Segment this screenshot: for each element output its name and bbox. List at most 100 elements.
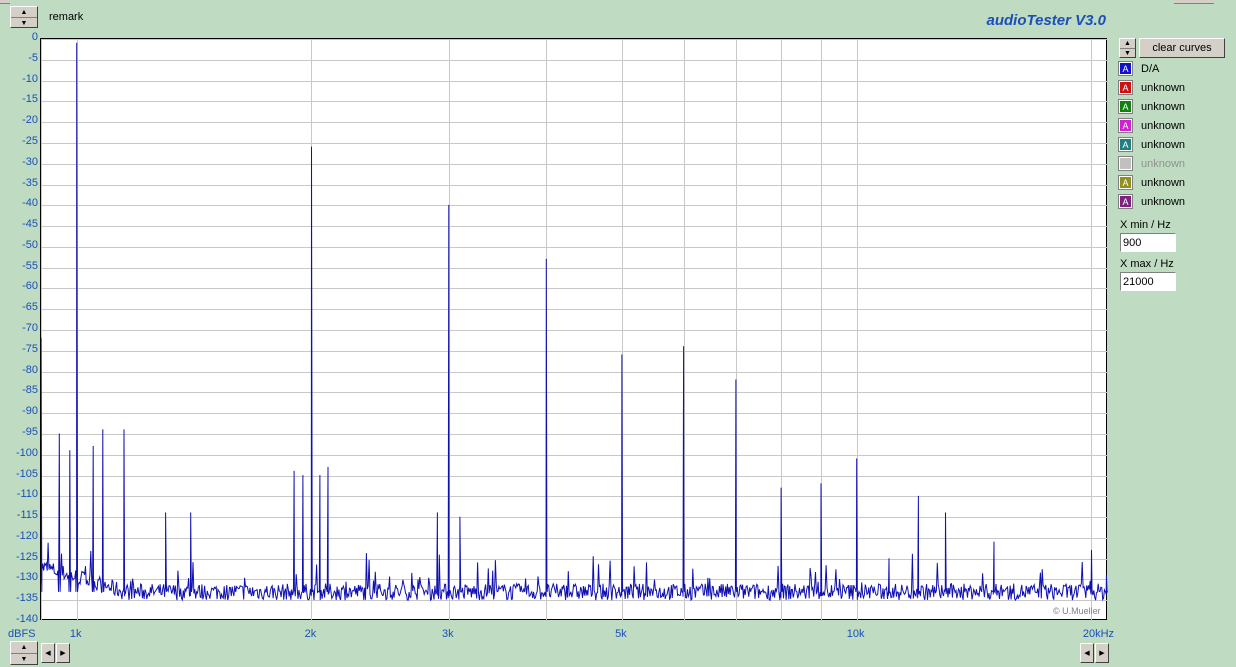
spin-down-icon[interactable]: ▼ [11, 653, 37, 665]
curve-label: unknown [1141, 195, 1186, 208]
y-range-spinner[interactable]: ▲ ▼ [10, 641, 38, 665]
curve-label: unknown [1141, 138, 1186, 151]
y-tick-label: -45 [22, 218, 38, 231]
curve-item[interactable]: Aunknown [1118, 116, 1186, 135]
curve-item[interactable]: Aunknown [1118, 192, 1186, 211]
curve-color-icon[interactable]: A [1118, 99, 1133, 114]
remark-spinner[interactable]: ▲ ▼ [10, 6, 38, 28]
xmax-label: X max / Hz [1120, 258, 1174, 270]
x-tick-label: 20kHz [1082, 628, 1115, 640]
peak-point [293, 470, 295, 472]
app-title: audioTester V3.0 [986, 12, 1107, 29]
scroll-right-button[interactable]: ▶ [56, 643, 70, 663]
spectrum-plot[interactable] [40, 38, 1108, 621]
peak-point [448, 204, 450, 206]
curve-color-icon[interactable]: A [1118, 175, 1133, 190]
peak-point [459, 516, 461, 518]
y-tick-label: -80 [22, 363, 38, 376]
peak-point [190, 512, 192, 514]
curve-label: unknown [1141, 81, 1186, 94]
spin-down-icon[interactable]: ▼ [1120, 48, 1135, 58]
peak-point [123, 429, 125, 431]
peak-point [683, 346, 685, 348]
y-tick-label: -25 [22, 134, 38, 147]
zoom-right-button[interactable]: ▶ [1095, 643, 1109, 663]
y-tick-label: -10 [22, 72, 38, 85]
curve-label: unknown [1141, 157, 1186, 170]
y-tick-label: -90 [22, 405, 38, 418]
y-tick-label: -20 [22, 114, 38, 127]
curve-color-icon[interactable]: A [1118, 118, 1133, 133]
y-unit-label: dBFS [8, 628, 36, 640]
curve-color-icon[interactable]: A [1118, 194, 1133, 209]
y-tick-label: -130 [15, 571, 38, 584]
y-tick-label: -120 [15, 529, 38, 542]
y-tick-label: -85 [22, 384, 38, 397]
peak-point [621, 354, 623, 356]
peak-point [76, 42, 78, 44]
curve-item[interactable]: Aunknown [1118, 135, 1186, 154]
curve-color-icon[interactable]: A [1118, 137, 1133, 152]
xmax-input[interactable] [1120, 272, 1176, 291]
peak-point [436, 512, 438, 514]
spectrum-chart [41, 39, 1108, 621]
top-edge [0, 0, 10, 4]
curve-color-icon[interactable] [1118, 156, 1133, 171]
arrow-left-icon: ◀ [1084, 650, 1090, 657]
y-tick-label: -30 [22, 155, 38, 168]
peak-point [1105, 574, 1107, 576]
spin-up-icon[interactable]: ▲ [1120, 39, 1135, 48]
curve-label: unknown [1141, 119, 1186, 132]
x-tick-label: 5k [615, 628, 627, 640]
peak-point [92, 445, 94, 447]
curve-spinner[interactable]: ▲ ▼ [1119, 38, 1136, 58]
peak-point [780, 487, 782, 489]
peak-point [856, 458, 858, 460]
peak-point [302, 475, 304, 476]
xmin-label: X min / Hz [1120, 219, 1171, 231]
top-edge [1174, 0, 1214, 4]
scroll-left-button[interactable]: ◀ [41, 643, 55, 663]
spectrum-line [41, 43, 1108, 602]
peak-point [545, 258, 547, 260]
y-tick-label: -50 [22, 238, 38, 251]
x-tick-label: 1k [69, 628, 82, 640]
y-tick-label: -95 [22, 425, 38, 438]
y-tick-label: -15 [22, 93, 38, 106]
peak-point [820, 483, 822, 485]
y-tick-label: -55 [22, 259, 38, 272]
spin-down-icon[interactable]: ▼ [11, 17, 37, 28]
curve-item[interactable]: Aunknown [1118, 78, 1186, 97]
y-tick-label: -135 [15, 592, 38, 605]
peak-point [917, 495, 919, 497]
curve-label: unknown [1141, 100, 1186, 113]
peak-point [58, 433, 60, 435]
copyright-label: © U.Mueller [1053, 606, 1101, 616]
y-tick-label: -5 [28, 51, 38, 64]
curve-item[interactable]: Aunknown [1118, 173, 1185, 192]
y-tick-label: -70 [22, 322, 38, 334]
peak-point [735, 379, 737, 381]
y-tick-label: -75 [22, 342, 38, 355]
peak-point [319, 475, 321, 476]
clear-curves-button[interactable]: clear curves [1139, 38, 1225, 58]
curve-item[interactable]: A D/A [1118, 59, 1160, 78]
spin-up-icon[interactable]: ▲ [11, 642, 37, 653]
xmin-input[interactable] [1120, 233, 1176, 252]
peak-point [888, 558, 890, 560]
arrow-right-icon: ▶ [60, 650, 66, 657]
curve-label: D/A [1141, 62, 1160, 75]
arrow-right-icon: ▶ [1099, 650, 1105, 657]
peak-point [993, 541, 995, 543]
y-tick-label: -40 [22, 197, 38, 210]
curve-item[interactable]: Aunknown [1118, 97, 1186, 116]
spin-up-icon[interactable]: ▲ [11, 7, 37, 17]
zoom-left-button[interactable]: ◀ [1080, 643, 1094, 663]
curve-color-icon[interactable]: A [1118, 80, 1133, 95]
curve-color-icon[interactable]: A [1118, 61, 1133, 76]
peak-point [69, 450, 71, 452]
remark-label[interactable]: remark [49, 11, 83, 23]
peak-point [311, 146, 312, 148]
peak-point [945, 512, 946, 514]
curve-item[interactable]: unknown [1118, 154, 1186, 173]
